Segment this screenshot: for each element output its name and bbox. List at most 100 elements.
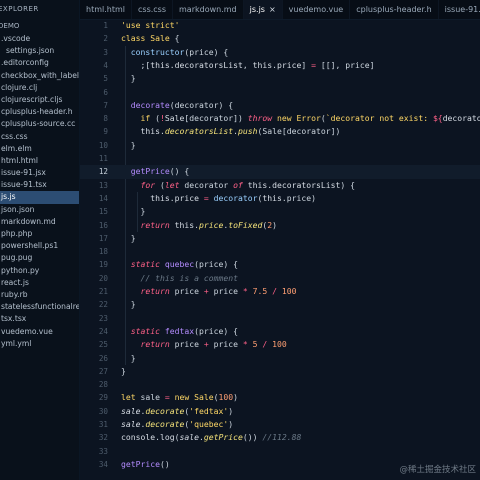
code-token: ( bbox=[150, 113, 160, 124]
code-line[interactable]: 12 getPrice() { bbox=[80, 165, 480, 179]
code-token: 7.5 bbox=[252, 286, 268, 296]
code-text: return this.price.toFixed(2) bbox=[121, 219, 278, 232]
folder-header-demo[interactable]: DEMO bbox=[0, 19, 79, 33]
file-item[interactable]: elm.elm bbox=[0, 143, 79, 155]
code-line[interactable]: 28 bbox=[80, 378, 480, 391]
code-line[interactable]: 17 } bbox=[80, 232, 480, 245]
editor-tab[interactable]: js.js × bbox=[243, 0, 283, 19]
file-item[interactable]: cplusplus-source.cc bbox=[0, 118, 79, 130]
code-text: sale.decorate('quebec') bbox=[121, 418, 233, 431]
file-item[interactable]: powershell.ps1 bbox=[0, 240, 79, 252]
code-token: ) { bbox=[340, 179, 355, 190]
file-item[interactable]: tsx.tsx bbox=[0, 313, 79, 325]
code-text: } bbox=[121, 139, 136, 152]
file-item[interactable]: ruby.rb bbox=[0, 289, 79, 301]
code-line[interactable]: 2 class Sale { bbox=[80, 32, 480, 45]
code-line[interactable]: 23 bbox=[80, 312, 480, 325]
code-token: decorator bbox=[442, 113, 480, 124]
code-text: this.decoratorsList.push(Sale[decorator]… bbox=[121, 125, 341, 138]
code-editor[interactable]: 1'use strict' 2 class Sale {3 constructor(… bbox=[80, 19, 480, 480]
code-token: quebec bbox=[164, 259, 195, 270]
code-line[interactable]: 25 return price + price * 5 / 100 bbox=[80, 338, 480, 351]
line-number: 18 bbox=[98, 247, 108, 257]
code-line[interactable]: 27} bbox=[80, 365, 480, 378]
code-line[interactable]: 7 decorate(decorator) { bbox=[80, 99, 480, 112]
file-item[interactable]: yml.yml bbox=[0, 338, 79, 350]
file-item[interactable]: html.html bbox=[0, 155, 79, 167]
explorer-header: EXPLORER bbox=[0, 5, 39, 13]
code-line[interactable]: 20 // this is a comment bbox=[80, 272, 480, 285]
file-item[interactable]: .vscode bbox=[0, 33, 79, 45]
file-item[interactable]: clojure.clj bbox=[0, 82, 79, 94]
code-token: console bbox=[121, 432, 156, 443]
line-number: 34 bbox=[98, 459, 108, 469]
code-line[interactable]: 32 console.log(sale.getPrice()) //112.88 bbox=[80, 431, 480, 444]
code-line[interactable]: 10 } bbox=[80, 139, 480, 152]
code-line[interactable]: 24 static fedtax(price) { bbox=[80, 325, 480, 338]
file-item[interactable]: react.js bbox=[0, 277, 79, 289]
code-line[interactable]: 26 } bbox=[80, 352, 480, 365]
code-line[interactable]: 19 static quebec(price) { bbox=[80, 258, 480, 271]
code-token: ( bbox=[155, 179, 165, 190]
code-line[interactable]: 21 return price + price * 7.5 / 100 bbox=[80, 285, 480, 298]
code-line[interactable]: 31 sale.decorate('quebec') bbox=[80, 418, 480, 431]
editor-tab[interactable]: css.css bbox=[132, 0, 174, 19]
code-line[interactable]: 18 bbox=[80, 245, 480, 258]
code-token: price bbox=[208, 286, 243, 296]
code-line[interactable]: 9 this.decoratorsList.push(Sale[decorato… bbox=[80, 125, 480, 138]
code-line[interactable]: 6 bbox=[80, 86, 480, 99]
line-number: 13 bbox=[98, 180, 108, 190]
line-number: 5 bbox=[103, 74, 108, 84]
code-token: (decorator) { bbox=[169, 99, 234, 110]
code-token: 'quebec' bbox=[189, 419, 229, 429]
file-item[interactable]: clojurescript.cljs bbox=[0, 94, 79, 106]
code-line[interactable]: 14 this.price = decorator(this.price) bbox=[80, 192, 480, 205]
code-line[interactable]: 15 } bbox=[80, 205, 480, 218]
file-item[interactable]: json.json bbox=[0, 204, 79, 216]
file-item[interactable]: issue-91.tsx bbox=[0, 179, 79, 191]
code-line[interactable]: 4 ;[this.decoratorsList, this.price] = [… bbox=[80, 59, 480, 72]
code-text: for (let decorator of this.decoratorsLis… bbox=[121, 179, 355, 192]
line-number: 31 bbox=[98, 420, 108, 429]
file-item[interactable]: checkbox_with_label.clj bbox=[0, 70, 79, 82]
file-item[interactable]: issue-91.jsx bbox=[0, 167, 79, 179]
editor-tab[interactable]: markdown.md bbox=[173, 0, 244, 19]
file-item[interactable]: php.php bbox=[0, 228, 79, 240]
code-token: } bbox=[121, 299, 136, 310]
code-line[interactable]: 16 return this.price.toFixed(2) bbox=[80, 219, 480, 232]
editor-tab[interactable]: vuedemo.vue bbox=[283, 0, 351, 19]
file-item[interactable]: pug.pug bbox=[0, 252, 79, 264]
file-item[interactable]: statelessfunctionalreact.js bbox=[0, 301, 79, 313]
code-line[interactable]: 29 let sale = new Sale(100) bbox=[80, 391, 480, 404]
code-token: ) bbox=[233, 392, 238, 403]
code-line[interactable]: 13 for (let decorator of this.decorators… bbox=[80, 179, 480, 192]
code-line[interactable]: 33 bbox=[80, 445, 480, 458]
code-line[interactable]: 8 if (!Sale[decorator]) throw new Error(… bbox=[80, 112, 480, 125]
file-item[interactable]: markdown.md bbox=[0, 216, 79, 228]
code-token: { bbox=[169, 33, 180, 44]
code-line[interactable]: 1 'use strict' bbox=[80, 19, 480, 32]
file-item[interactable]: css.css bbox=[0, 131, 79, 143]
file-item[interactable]: .editorconfig bbox=[0, 57, 79, 69]
line-number: 10 bbox=[98, 140, 108, 150]
file-item[interactable]: js.js bbox=[0, 191, 79, 204]
editor-tab[interactable]: issue-91.tsx bbox=[439, 0, 480, 19]
code-line[interactable]: 30 sale.decorate('fedtax') bbox=[80, 405, 480, 418]
editor-tab[interactable]: html.html bbox=[80, 0, 132, 19]
code-line[interactable]: 22 } bbox=[80, 298, 480, 311]
code-token: this bbox=[252, 59, 273, 70]
file-item[interactable]: python.py bbox=[0, 265, 79, 277]
code-line[interactable]: 5 } bbox=[80, 72, 480, 85]
code-line[interactable]: 3 constructor(price) { bbox=[80, 46, 480, 59]
code-text: } bbox=[121, 205, 145, 218]
code-line[interactable]: 11 bbox=[80, 152, 480, 165]
file-item[interactable]: vuedemo.vue bbox=[0, 326, 79, 338]
file-item[interactable]: settings.json bbox=[0, 45, 79, 57]
close-icon[interactable]: × bbox=[269, 5, 276, 14]
file-item[interactable]: cplusplus-header.h bbox=[0, 106, 79, 118]
editor-tab[interactable]: cplusplus-header.h bbox=[350, 0, 439, 19]
